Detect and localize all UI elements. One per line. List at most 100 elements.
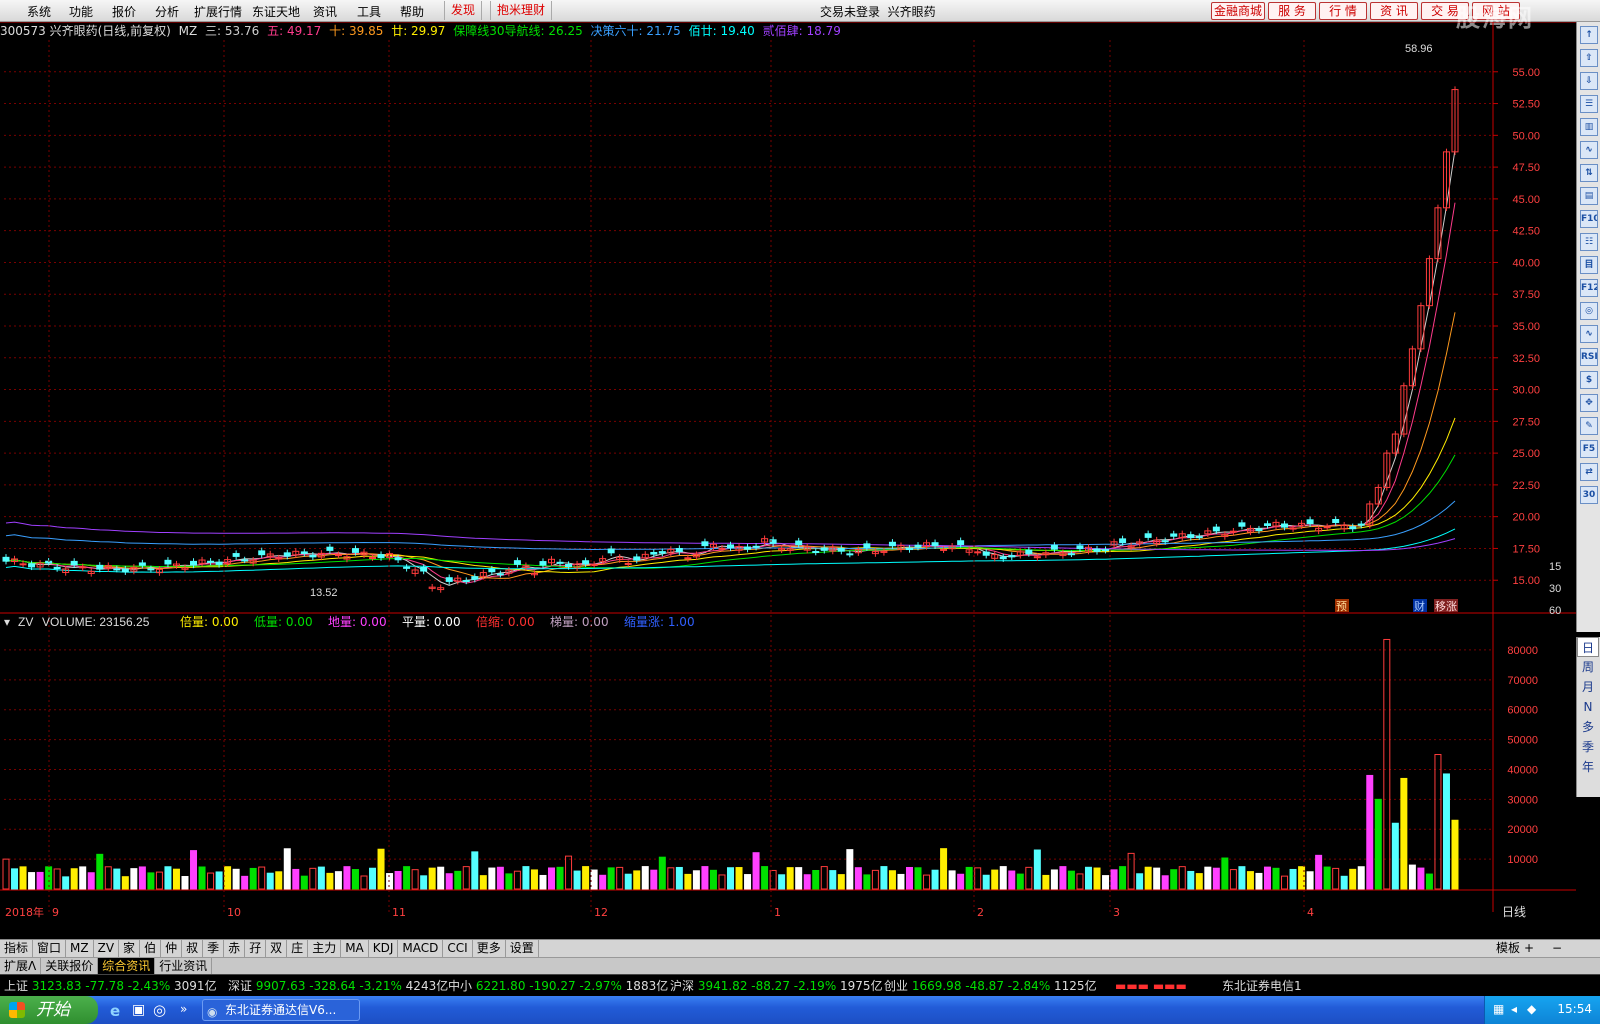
finance-button[interactable]: 抱米理财 <box>490 1 553 20</box>
tool-icon-15[interactable]: $ <box>1580 371 1598 389</box>
indicator-tab-16[interactable]: MACD <box>398 940 444 957</box>
index-quote-0[interactable]: 上证 3123.83 -77.78 -2.43% 3091亿 <box>4 975 217 997</box>
indicator-tab-0[interactable]: 指标 <box>0 940 34 957</box>
tool-icon-14[interactable]: RSI <box>1580 348 1598 366</box>
indicator-tab-15[interactable]: KDJ <box>369 940 399 957</box>
server-label[interactable]: 东北证券电信1 <box>1222 975 1302 997</box>
info-button[interactable]: 资 讯 <box>1370 2 1418 20</box>
tool-icon-17[interactable]: ✎ <box>1580 417 1598 435</box>
tool-icon-7[interactable]: ▤ <box>1580 187 1598 205</box>
taskbar-app-item[interactable]: ◉ 东北证券通达信V6... <box>202 999 360 1021</box>
mall-button[interactable]: 金融商城 <box>1211 2 1265 20</box>
tab-right-1[interactable]: + <box>1524 940 1534 957</box>
menu-item-dongzheng[interactable]: 东证天地 <box>252 3 300 20</box>
tab-right-0[interactable]: 模板 <box>1496 940 1520 957</box>
menu-item-help[interactable]: 帮助 <box>400 3 424 20</box>
price-tick-label: 47.50 <box>1512 162 1540 174</box>
period-button-0[interactable]: 日 <box>1577 637 1599 657</box>
info-tab-1[interactable]: 关联报价 <box>41 958 99 974</box>
price-tick-label: 30.00 <box>1512 385 1540 397</box>
menu-item-analysis[interactable]: 分析 <box>155 3 179 20</box>
index-quote-4[interactable]: 创业 1669.98 -48.87 -2.84% 1125亿 <box>884 975 1097 997</box>
menu-item-extended-quote[interactable]: 扩展行情 <box>194 3 242 20</box>
indicator-tab-18[interactable]: 更多 <box>473 940 506 957</box>
indicator-tab-12[interactable]: 庄 <box>287 940 309 957</box>
candle-body <box>351 548 359 553</box>
volume-bar <box>1008 870 1016 890</box>
period-button-1[interactable]: 周 <box>1577 657 1599 677</box>
menu-item-news[interactable]: 资讯 <box>313 3 337 20</box>
tool-icon-18[interactable]: F5 <box>1580 440 1598 458</box>
index-quote-2[interactable]: 中小 6221.80 -190.27 -2.97% 1883亿 <box>448 975 668 997</box>
tool-icon-11[interactable]: F12 <box>1580 279 1598 297</box>
browser-icon[interactable]: ◎ <box>153 1001 166 1019</box>
period-button-2[interactable]: 月 <box>1577 677 1599 697</box>
indicator-tab-19[interactable]: 设置 <box>506 940 539 957</box>
tool-icon-4[interactable]: ▥ <box>1580 118 1598 136</box>
indicator-tab-7[interactable]: 叔 <box>182 940 204 957</box>
tool-icon-19[interactable]: ⇄ <box>1580 463 1598 481</box>
indicator-tab-1[interactable]: 窗口 <box>33 940 67 957</box>
desktop-icon[interactable]: ▣ <box>132 1002 145 1018</box>
indicator-tab-8[interactable]: 季 <box>203 940 225 957</box>
tool-icon-0[interactable]: ↑ <box>1580 26 1598 44</box>
volume-bar <box>530 869 538 890</box>
tab-right-2[interactable]: − <box>1552 940 1562 957</box>
info-tab-3[interactable]: 行业资讯 <box>155 958 213 974</box>
tool-icon-16[interactable]: ✥ <box>1580 394 1598 412</box>
security-icon[interactable]: ◆ <box>1527 1002 1536 1016</box>
tool-icon-9[interactable]: ☷ <box>1580 233 1598 251</box>
volume-bar <box>377 848 385 890</box>
kline-chart[interactable]: 80000 70000 60000 50000 40000 30000 20000 10000… <box>0 22 1576 939</box>
tool-icon-6[interactable]: ⇅ <box>1580 164 1598 182</box>
tool-icon-12[interactable]: ◎ <box>1580 302 1598 320</box>
indicator-tab-10[interactable]: 孖 <box>245 940 267 957</box>
menu-item-system[interactable]: 系统 <box>27 3 51 20</box>
volume-icon[interactable]: ◂ <box>1511 1002 1517 1016</box>
volume-chevron-icon[interactable]: ▾ <box>4 615 10 629</box>
info-tab-2[interactable]: 综合资讯 <box>98 958 156 974</box>
discover-button[interactable]: 发现 <box>444 1 483 20</box>
indicator-tab-13[interactable]: 主力 <box>308 940 342 957</box>
candle-body <box>1008 555 1016 558</box>
indicator-tab-9[interactable]: 赤 <box>224 940 246 957</box>
tool-icon-3[interactable]: ☰ <box>1580 95 1598 113</box>
indicator-tab-14[interactable]: MA <box>341 940 369 957</box>
period-label: 日线 <box>1502 905 1526 919</box>
network-icon[interactable]: ▦ <box>1493 1002 1504 1016</box>
info-tab-0[interactable]: 扩展Λ <box>0 958 42 974</box>
quicklaunch-chevron-icon[interactable]: » <box>180 1002 187 1016</box>
indicator-tab-3[interactable]: ZV <box>94 940 120 957</box>
menu-item-tools[interactable]: 工具 <box>357 3 381 20</box>
menu-item-function[interactable]: 功能 <box>69 3 93 20</box>
volume-bar <box>11 868 19 890</box>
tool-icon-8[interactable]: F10 <box>1580 210 1598 228</box>
volume-bar <box>1067 870 1075 890</box>
period-button-6[interactable]: 年 <box>1577 757 1599 777</box>
menu-item-quote[interactable]: 报价 <box>112 3 136 20</box>
tool-icon-20[interactable]: 30 <box>1580 486 1598 504</box>
indicator-tab-5[interactable]: 伯 <box>140 940 162 957</box>
period-button-5[interactable]: 季 <box>1577 737 1599 757</box>
market-button[interactable]: 行 情 <box>1319 2 1367 20</box>
indicator-tab-17[interactable]: CCI <box>443 940 473 957</box>
period-button-4[interactable]: 多 <box>1577 717 1599 737</box>
indicator-tab-11[interactable]: 双 <box>266 940 288 957</box>
service-button[interactable]: 服 务 <box>1268 2 1316 20</box>
ie-icon[interactable]: e <box>110 1002 120 1020</box>
volume-indicator-name[interactable]: ZV <box>18 615 33 629</box>
start-button[interactable]: 开始 <box>0 996 98 1024</box>
volume-bar <box>445 873 453 890</box>
indicator-tab-2[interactable]: MZ <box>66 940 94 957</box>
tool-icon-5[interactable]: ∿ <box>1580 141 1598 159</box>
index-quote-1[interactable]: 深证 9907.63 -328.64 -3.21% 4243亿 <box>228 975 448 997</box>
tool-icon-13[interactable]: ∿ <box>1580 325 1598 343</box>
indicator-tab-6[interactable]: 仲 <box>161 940 183 957</box>
indicator-tab-4[interactable]: 家 <box>119 940 141 957</box>
tool-icon-10[interactable]: 目 <box>1580 256 1598 274</box>
tool-icon-2[interactable]: ⇩ <box>1580 72 1598 90</box>
index-quote-3[interactable]: 沪深 3941.82 -88.27 -2.19% 1975亿 <box>670 975 883 997</box>
volume-bar <box>505 873 513 890</box>
period-button-3[interactable]: N <box>1577 697 1599 717</box>
tool-icon-1[interactable]: ⇧ <box>1580 49 1598 67</box>
